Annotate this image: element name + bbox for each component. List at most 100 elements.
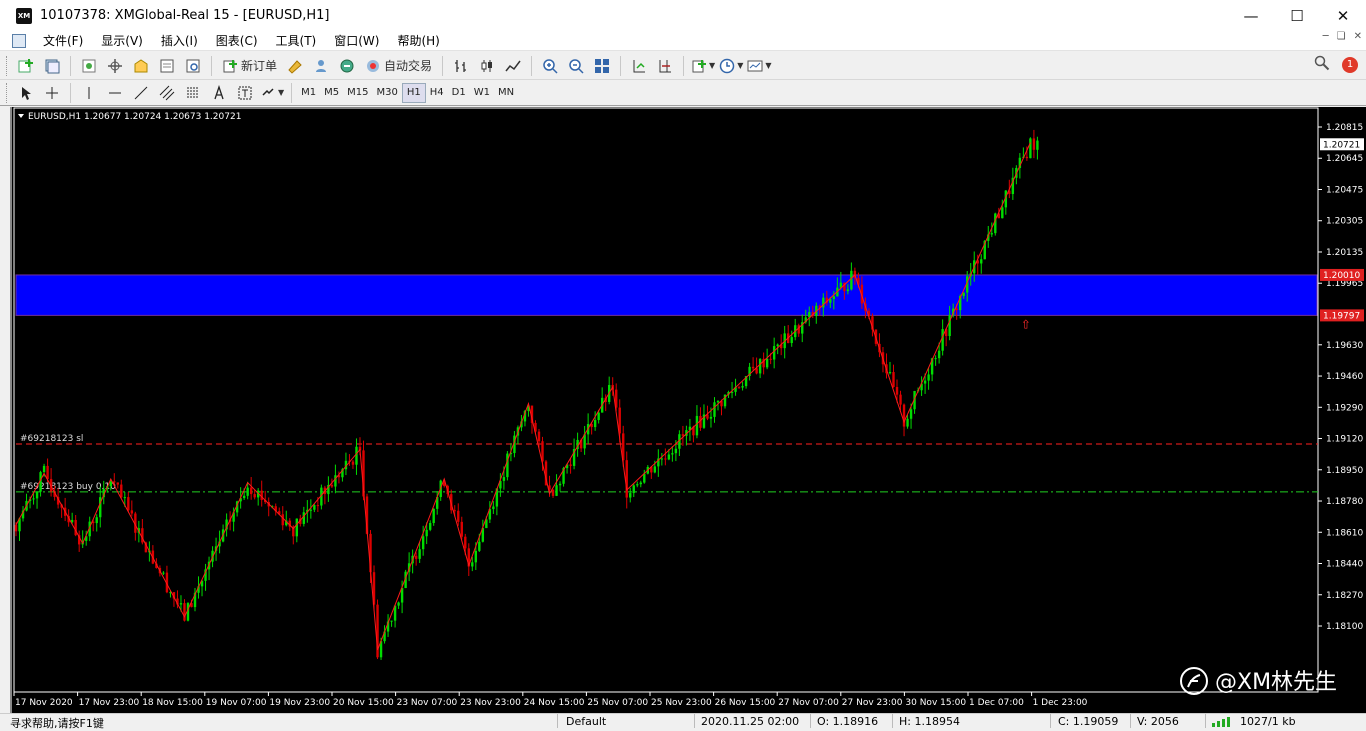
data-window-icon[interactable] bbox=[104, 55, 126, 77]
stop-loss-label: #69218123 sl bbox=[20, 434, 83, 444]
status-close: C: 1.19059 bbox=[1058, 715, 1119, 728]
candle-body bbox=[569, 464, 572, 466]
candle-body bbox=[302, 512, 306, 524]
timeframe-m30[interactable]: M30 bbox=[373, 83, 402, 103]
arrows-icon[interactable]: ▼ bbox=[260, 82, 284, 104]
chart-window-icon[interactable] bbox=[12, 33, 26, 48]
trendline-icon[interactable] bbox=[130, 82, 152, 104]
navigator-icon[interactable] bbox=[130, 55, 152, 77]
line-chart-icon[interactable] bbox=[502, 55, 524, 77]
timeframe-m5[interactable]: M5 bbox=[320, 83, 343, 103]
candle-body bbox=[899, 394, 902, 405]
cursor-icon[interactable] bbox=[15, 82, 37, 104]
toolbar-grip[interactable] bbox=[6, 82, 9, 103]
timeframe-mn[interactable]: MN bbox=[494, 83, 518, 103]
close-button[interactable]: ✕ bbox=[1320, 0, 1366, 31]
menu-charts[interactable]: 图表(C) bbox=[207, 32, 267, 49]
candle-body bbox=[183, 603, 186, 621]
price-tick-label: 1.18440 bbox=[1326, 560, 1363, 570]
market-icon[interactable] bbox=[336, 55, 358, 77]
candle-body bbox=[941, 329, 944, 351]
candle-body bbox=[421, 536, 425, 550]
profiles-icon[interactable] bbox=[41, 55, 63, 77]
menu-view[interactable]: 显示(V) bbox=[92, 32, 152, 49]
horizontal-line-icon[interactable] bbox=[104, 82, 126, 104]
candle-body bbox=[664, 458, 667, 460]
price-tick-label: 1.18780 bbox=[1326, 497, 1363, 507]
strategy-tester-icon[interactable] bbox=[182, 55, 204, 77]
timeframe-h4[interactable]: H4 bbox=[426, 83, 448, 103]
time-tick-label: 1 Dec 07:00 bbox=[969, 698, 1024, 708]
maximize-button[interactable]: ☐ bbox=[1274, 0, 1320, 31]
candle-body bbox=[246, 487, 249, 496]
time-tick-label: 19 Nov 07:00 bbox=[206, 698, 267, 708]
candle-body bbox=[242, 495, 246, 499]
menu-tools[interactable]: 工具(T) bbox=[267, 32, 326, 49]
signals-icon[interactable] bbox=[310, 55, 332, 77]
crosshair-icon[interactable] bbox=[41, 82, 63, 104]
timeframe-w1[interactable]: W1 bbox=[470, 83, 494, 103]
new-order-icon bbox=[223, 59, 237, 72]
minimize-button[interactable]: — bbox=[1228, 0, 1274, 31]
candle-body bbox=[330, 485, 334, 487]
periods-icon[interactable]: ▼ bbox=[719, 55, 743, 77]
fibonacci-icon[interactable] bbox=[182, 82, 204, 104]
chart-shift-icon[interactable] bbox=[654, 55, 676, 77]
indicators-icon[interactable]: ▼ bbox=[691, 55, 715, 77]
candle-body bbox=[776, 344, 779, 347]
menu-help[interactable]: 帮助(H) bbox=[388, 32, 448, 49]
search-icon[interactable] bbox=[1314, 55, 1330, 74]
templates-icon[interactable]: ▼ bbox=[747, 55, 772, 77]
candle-body bbox=[35, 491, 39, 499]
equidistant-channel-icon[interactable] bbox=[156, 82, 178, 104]
new-chart-icon[interactable] bbox=[15, 55, 37, 77]
time-tick-label: 25 Nov 23:00 bbox=[651, 698, 712, 708]
candlestick-chart-icon[interactable] bbox=[476, 55, 498, 77]
market-watch-icon[interactable] bbox=[78, 55, 100, 77]
candle-body bbox=[790, 337, 793, 344]
candle-body bbox=[460, 521, 463, 537]
candle-body bbox=[316, 505, 320, 507]
chart-window[interactable]: #69218123 sl #69218123 buy 0.10 ⇧ 1.20815 1.… bbox=[10, 107, 1366, 713]
time-tick-label: 23 Nov 07:00 bbox=[397, 698, 458, 708]
candle-body bbox=[428, 522, 432, 530]
timeframe-m15[interactable]: M15 bbox=[343, 83, 372, 103]
mdi-close-icon[interactable]: ✕ bbox=[1354, 31, 1362, 42]
candle-body bbox=[418, 549, 421, 559]
timeframe-h1[interactable]: H1 bbox=[401, 82, 426, 103]
auto-trading-icon bbox=[367, 59, 380, 72]
auto-scroll-icon[interactable] bbox=[628, 55, 650, 77]
vertical-line-icon[interactable] bbox=[78, 82, 100, 104]
mdi-restore-icon[interactable]: ❏ bbox=[1337, 31, 1346, 42]
watermark-logo-mark bbox=[1187, 674, 1201, 688]
candle-body bbox=[695, 415, 699, 436]
candle-body bbox=[632, 485, 635, 494]
text-icon[interactable] bbox=[208, 82, 230, 104]
menu-insert[interactable]: 插入(I) bbox=[152, 32, 207, 49]
toolbar-grip[interactable] bbox=[6, 55, 9, 76]
candle-body bbox=[737, 387, 741, 389]
time-tick-label: 27 Nov 07:00 bbox=[778, 698, 839, 708]
status-connection[interactable]: 1027/1 kb bbox=[1212, 715, 1296, 728]
terminal-icon[interactable] bbox=[156, 55, 178, 77]
candle-body bbox=[888, 372, 892, 374]
notification-badge[interactable]: 1 bbox=[1342, 56, 1358, 73]
candle-body bbox=[895, 386, 899, 395]
bar-chart-icon[interactable] bbox=[450, 55, 472, 77]
timeframe-d1[interactable]: D1 bbox=[448, 83, 470, 103]
text-label-icon[interactable] bbox=[234, 82, 256, 104]
timeframe-m1[interactable]: M1 bbox=[297, 83, 320, 103]
auto-trading-button[interactable]: 自动交易 bbox=[362, 55, 435, 77]
tile-windows-icon[interactable] bbox=[591, 55, 613, 77]
candle-body bbox=[980, 259, 983, 264]
new-order-button[interactable]: 新订单 bbox=[219, 55, 280, 77]
zoom-in-icon[interactable] bbox=[539, 55, 561, 77]
candle-body bbox=[660, 458, 664, 460]
menu-window[interactable]: 窗口(W) bbox=[325, 32, 388, 49]
menu-file[interactable]: 文件(F) bbox=[34, 32, 92, 49]
zoom-out-icon[interactable] bbox=[565, 55, 587, 77]
xm-app-icon: XM bbox=[16, 7, 32, 24]
mdi-minimize-icon[interactable]: ─ bbox=[1323, 31, 1329, 42]
metaeditor-icon[interactable] bbox=[284, 55, 306, 77]
price-chart[interactable]: #69218123 sl#69218123 buy 0.10⇧1.208151.… bbox=[12, 107, 1366, 713]
